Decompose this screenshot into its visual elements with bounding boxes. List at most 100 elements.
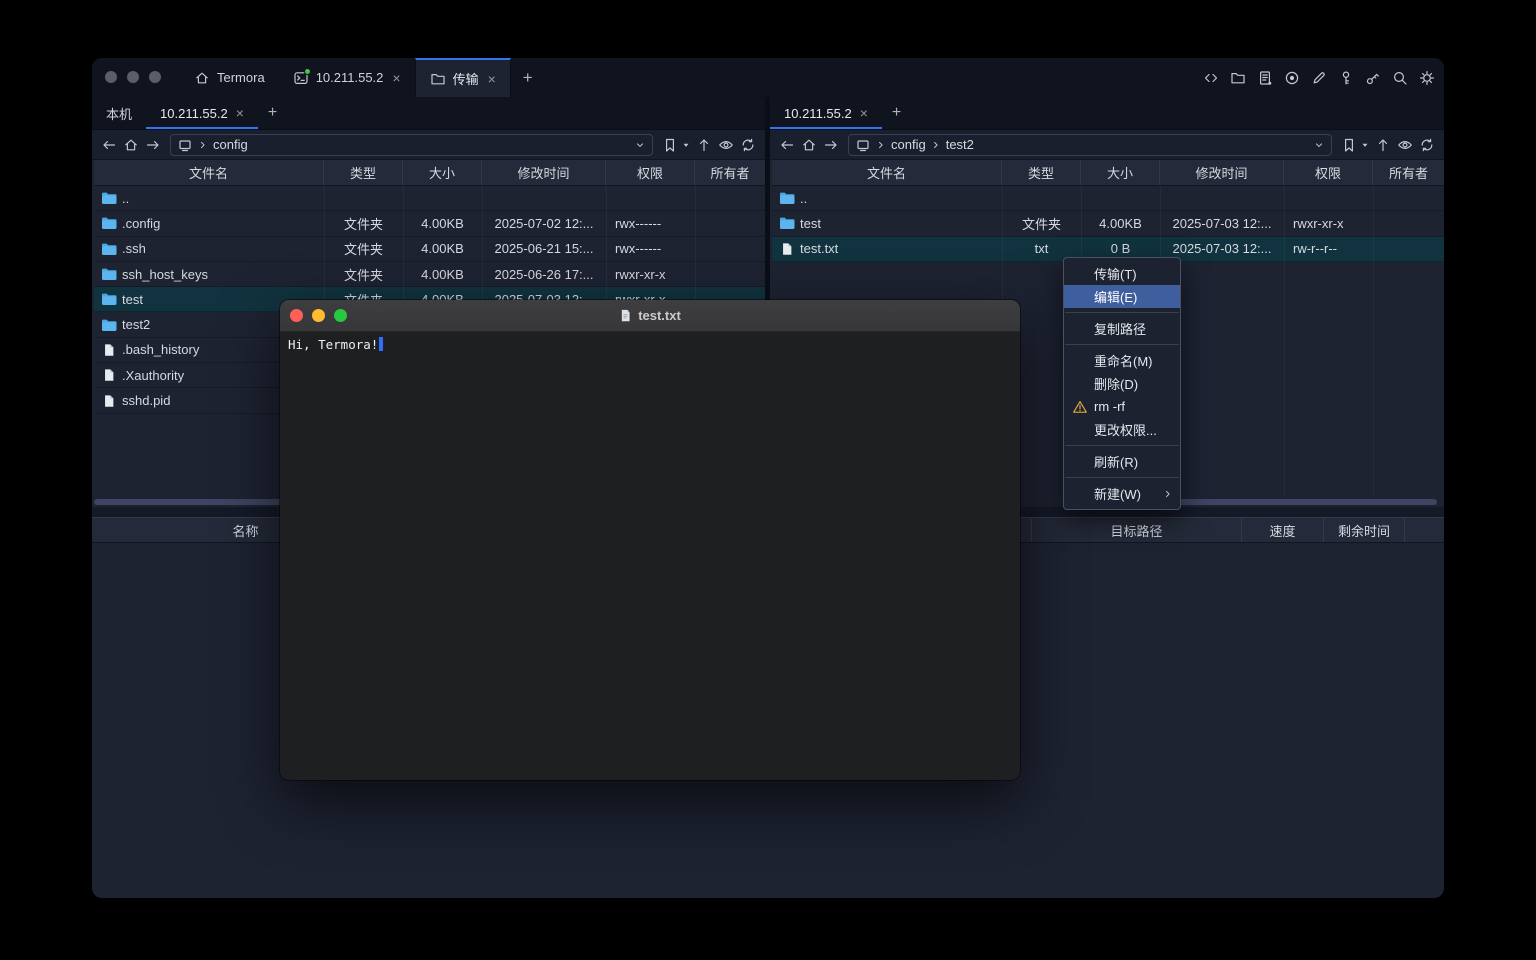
- zoom-button[interactable]: [334, 309, 347, 322]
- column-header[interactable]: 所有者: [1373, 160, 1444, 185]
- close-tab-icon[interactable]: ×: [236, 105, 244, 121]
- editor-text: Hi, Termora!: [288, 337, 378, 352]
- chevron-down-icon[interactable]: [1313, 139, 1325, 151]
- main-tab-传输[interactable]: 传输 ×: [415, 58, 511, 97]
- panel-tab-10.211.55.2[interactable]: 10.211.55.2 ×: [146, 97, 258, 129]
- window-control-dot[interactable]: [127, 71, 139, 83]
- new-panel-tab-button[interactable]: +: [258, 97, 287, 129]
- caret-down-icon[interactable]: [1360, 140, 1370, 150]
- new-panel-tab-button[interactable]: +: [882, 97, 911, 129]
- notes-icon[interactable]: [1257, 70, 1273, 86]
- window-control-dot[interactable]: [149, 71, 161, 83]
- column-header[interactable]: 所有者: [695, 160, 765, 185]
- column-header[interactable]: 权限: [1284, 160, 1373, 185]
- minimize-button[interactable]: [312, 309, 325, 322]
- file-icon: [779, 242, 795, 256]
- editor-content[interactable]: Hi, Termora!: [280, 332, 1020, 357]
- new-tab-button[interactable]: +: [511, 58, 545, 97]
- column-header[interactable]: 大小: [403, 160, 482, 185]
- path-breadcrumb[interactable]: config test2: [848, 134, 1332, 156]
- file-name: ssh_host_keys: [122, 267, 208, 282]
- back-icon[interactable]: [778, 136, 796, 154]
- panel-tab-本机[interactable]: 本机: [92, 97, 146, 129]
- transfer-column-header[interactable]: [1405, 518, 1444, 542]
- chevron-down-icon[interactable]: [634, 139, 646, 151]
- bookmark-icon[interactable]: [1340, 136, 1358, 154]
- column-header[interactable]: 文件名: [772, 160, 1002, 185]
- menu-item[interactable]: 刷新(R): [1064, 450, 1180, 473]
- panel-tab-label: 10.211.55.2: [160, 106, 228, 121]
- keychain-icon[interactable]: [1365, 70, 1381, 86]
- menu-item[interactable]: 新建(W): [1064, 482, 1180, 505]
- column-header[interactable]: 文件名: [94, 160, 324, 185]
- file-row[interactable]: test文件夹4.00KB2025-07-03 12:...rwxr-xr-x: [772, 211, 1444, 236]
- path-segment[interactable]: config: [213, 137, 248, 152]
- close-button[interactable]: [290, 309, 303, 322]
- parent-directory-icon[interactable]: [695, 136, 713, 154]
- file-row[interactable]: ssh_host_keys文件夹4.00KB2025-06-26 17:...r…: [94, 262, 765, 287]
- forward-icon[interactable]: [822, 136, 840, 154]
- column-header[interactable]: 类型: [324, 160, 403, 185]
- edit-icon[interactable]: [1311, 70, 1327, 86]
- menu-item[interactable]: 复制路径: [1064, 317, 1180, 340]
- file-name: .config: [122, 216, 160, 231]
- forward-icon[interactable]: [144, 136, 162, 154]
- settings-icon[interactable]: [1419, 70, 1435, 86]
- caret-down-icon[interactable]: [681, 140, 691, 150]
- file-row[interactable]: .ssh文件夹4.00KB2025-06-21 15:...rwx------: [94, 237, 765, 262]
- editor-titlebar[interactable]: test.txt: [280, 300, 1020, 332]
- menu-item[interactable]: 重命名(M): [1064, 349, 1180, 372]
- folder-icon: [101, 191, 117, 205]
- path-breadcrumb[interactable]: config: [170, 134, 653, 156]
- close-tab-icon[interactable]: ×: [488, 71, 496, 87]
- main-tab-label: 传输: [453, 69, 479, 88]
- close-tab-icon[interactable]: ×: [392, 70, 400, 86]
- close-tab-icon[interactable]: ×: [860, 105, 868, 121]
- file-row[interactable]: .config文件夹4.00KB2025-07-02 12:...rwx----…: [94, 211, 765, 236]
- record-icon[interactable]: [1284, 70, 1300, 86]
- file-row[interactable]: ..: [94, 186, 765, 211]
- bookmark-icon[interactable]: [661, 136, 679, 154]
- panel-tab-10.211.55.2[interactable]: 10.211.55.2×: [770, 97, 882, 129]
- menu-item-label: 编辑(E): [1094, 287, 1137, 306]
- search-icon[interactable]: [1392, 70, 1408, 86]
- transfer-column-header[interactable]: 剩余时间: [1324, 518, 1405, 542]
- column-header[interactable]: 修改时间: [1160, 160, 1284, 185]
- path-segment[interactable]: config: [891, 137, 926, 152]
- column-header[interactable]: 大小: [1081, 160, 1160, 185]
- refresh-icon[interactable]: [1418, 136, 1436, 154]
- path-segment[interactable]: test2: [946, 137, 974, 152]
- menu-item[interactable]: 传输(T): [1064, 262, 1180, 285]
- key-icon[interactable]: [1338, 70, 1354, 86]
- home-icon[interactable]: [122, 136, 140, 154]
- menu-item[interactable]: 删除(D): [1064, 372, 1180, 395]
- main-tab-10.211.55.2[interactable]: 10.211.55.2×: [279, 58, 415, 97]
- column-header[interactable]: 修改时间: [482, 160, 606, 185]
- folder-icon[interactable]: [1230, 70, 1246, 86]
- right_panel-pathbar: config test2: [770, 130, 1444, 160]
- file-row[interactable]: ..: [772, 186, 1444, 211]
- column-header[interactable]: 权限: [606, 160, 695, 185]
- back-icon[interactable]: [100, 136, 118, 154]
- show-hidden-icon[interactable]: [717, 136, 735, 154]
- parent-directory-icon[interactable]: [1374, 136, 1392, 154]
- transfer-column-header[interactable]: 目标路径: [1032, 518, 1242, 542]
- file-name-cell: .config: [94, 211, 324, 235]
- connected-status-dot: [304, 68, 311, 75]
- menu-item[interactable]: 更改权限...: [1064, 418, 1180, 441]
- transfer-column-header[interactable]: 速度: [1242, 518, 1324, 542]
- code-icon[interactable]: [1203, 70, 1219, 86]
- file-mtime-cell: 2025-07-03 12:...: [1160, 211, 1284, 235]
- folder-icon: [101, 318, 117, 332]
- menu-item[interactable]: 编辑(E): [1064, 285, 1180, 308]
- window-control-dot[interactable]: [105, 71, 117, 83]
- menu-item[interactable]: rm -rf: [1064, 395, 1180, 418]
- menu-item-label: 删除(D): [1094, 374, 1138, 393]
- column-header[interactable]: 类型: [1002, 160, 1081, 185]
- main-tab-termora[interactable]: Termora: [180, 58, 279, 97]
- home-icon[interactable]: [800, 136, 818, 154]
- home-icon: [194, 70, 210, 86]
- show-hidden-icon[interactable]: [1396, 136, 1414, 154]
- file-perm-cell: [606, 186, 695, 210]
- refresh-icon[interactable]: [739, 136, 757, 154]
